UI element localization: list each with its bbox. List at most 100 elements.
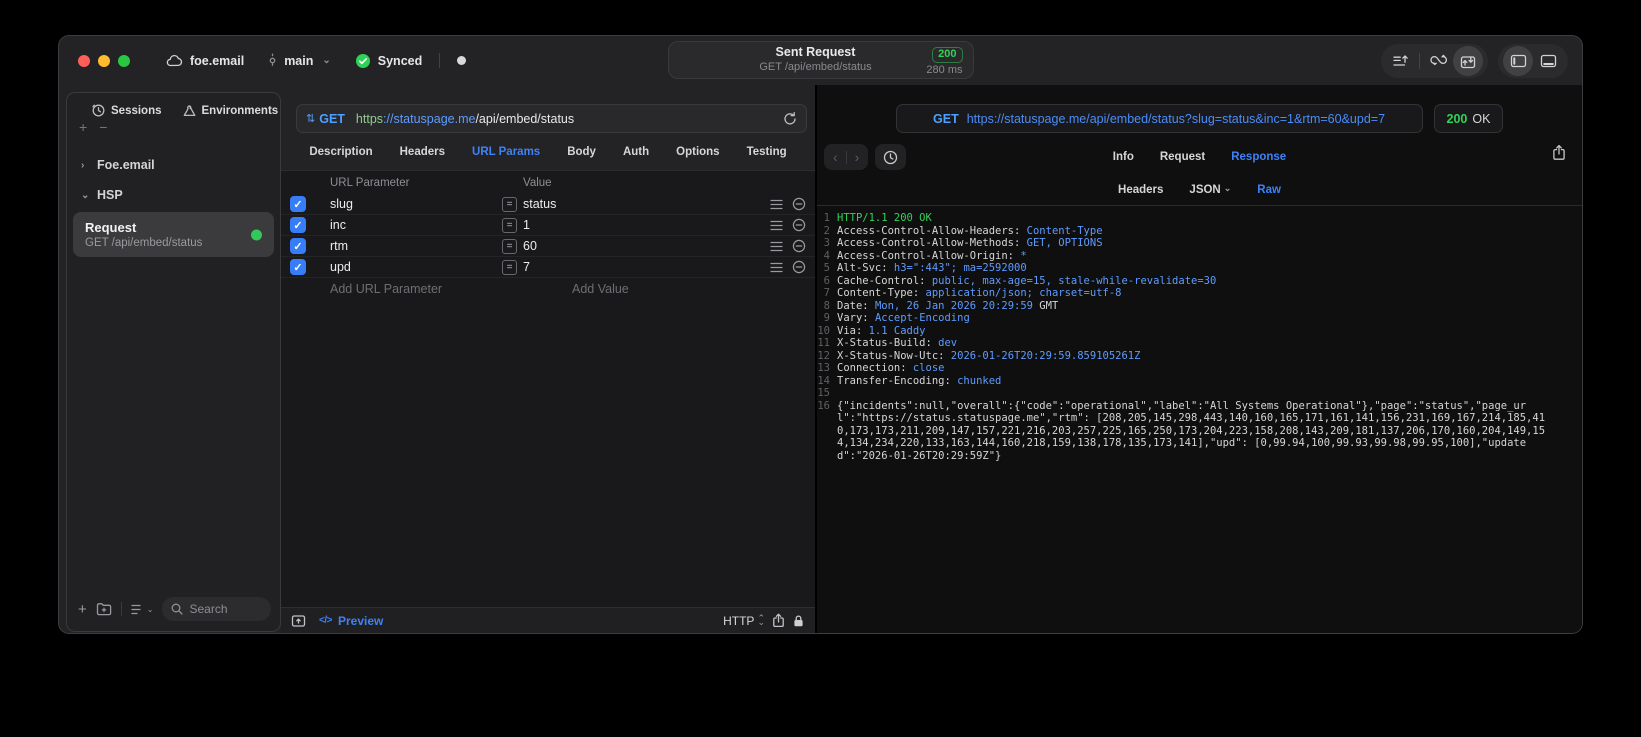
tab-options[interactable]: Options [676, 146, 719, 158]
response-line: 14 Transfer-Encoding: chunked [817, 375, 1582, 388]
chevron-down-icon[interactable]: ⌄ [322, 55, 330, 66]
chevron-right-icon[interactable]: › [81, 160, 89, 171]
zoom-window-button[interactable] [118, 54, 130, 67]
list-up-icon[interactable] [1386, 46, 1416, 76]
remove-param-icon[interactable] [792, 218, 806, 232]
tab-request[interactable]: Request [1160, 151, 1205, 163]
drag-handle-icon[interactable] [770, 220, 783, 231]
param-name[interactable]: inc [330, 218, 502, 232]
param-row-inc[interactable]: ✓ inc = 1 [281, 215, 815, 236]
param-value[interactable]: 60 [523, 239, 770, 253]
project-name[interactable]: foe.email [190, 54, 244, 68]
chevron-down-icon[interactable]: ⌄ [81, 190, 89, 201]
remove-button[interactable]: − [99, 120, 107, 134]
param-row-upd[interactable]: ✓ upd = 7 [281, 257, 815, 278]
response-line: 16 {"incidents":null,"overall":{"code":"o… [817, 400, 1582, 463]
tab-info[interactable]: Info [1113, 151, 1134, 163]
param-name[interactable]: rtm [330, 239, 502, 253]
preview-button[interactable]: </> Preview [319, 614, 383, 628]
history-clock-button[interactable] [875, 144, 907, 170]
request-subtitle: GET /api/embed/status [759, 60, 872, 73]
add-param-value-placeholder[interactable]: Add Value [551, 282, 629, 296]
search-input[interactable]: Search [162, 597, 271, 621]
protocol-select[interactable]: HTTP ⌃ ⌄ [723, 614, 765, 628]
sidebar-tab-environments[interactable]: Environments [182, 104, 278, 117]
tree-group-foe-email[interactable]: › Foe.email [67, 150, 280, 180]
tab-url-params[interactable]: URL Params [472, 146, 540, 158]
close-window-button[interactable] [78, 54, 90, 67]
sidebar-tab-sessions[interactable]: Sessions [92, 104, 162, 117]
import-response-icon[interactable] [1453, 46, 1483, 76]
param-name[interactable]: upd [330, 260, 502, 274]
new-request-button[interactable]: + [78, 602, 87, 617]
method-select[interactable]: GET [319, 112, 345, 126]
tab-body[interactable]: Body [567, 146, 596, 158]
request-list-item-selected[interactable]: Request GET /api/embed/status [73, 212, 274, 257]
line-number: 12 [817, 349, 830, 362]
tab-auth[interactable]: Auth [623, 146, 649, 158]
tab-headers[interactable]: Headers [400, 146, 445, 158]
sidebar-left-icon[interactable] [1503, 46, 1533, 76]
back-icon[interactable]: ‹ [833, 149, 838, 165]
export-response-icon[interactable] [1552, 144, 1566, 161]
bottom-panel-icon[interactable] [1533, 46, 1563, 76]
drag-handle-icon[interactable] [770, 262, 783, 273]
branch-name[interactable]: main [284, 54, 313, 68]
add-param-row[interactable]: Add URL Parameter Add Value [281, 278, 815, 300]
response-line: 9 Vary: Accept-Encoding [817, 312, 1582, 325]
tab-headers[interactable]: Headers [1118, 184, 1163, 196]
response-status-badge: 200 OK [1433, 104, 1504, 133]
sent-request-url[interactable]: GET https://statuspage.me/api/embed/stat… [895, 104, 1423, 133]
forward-icon[interactable]: › [855, 149, 860, 165]
tab-json[interactable]: JSON ⌄ [1189, 183, 1232, 196]
param-checkbox[interactable]: ✓ [290, 259, 306, 275]
line-content: Connection: close [837, 362, 945, 374]
resend-icon[interactable] [783, 111, 797, 126]
url-input[interactable]: ⇅ GET https://statuspage.me/api/embed/st… [296, 104, 807, 133]
response-status-code: 200 [1446, 111, 1468, 126]
response-line: 12 X-Status-Now-Utc: 2026-01-26T20:29:59.… [817, 350, 1582, 363]
share-icon[interactable] [772, 613, 785, 628]
param-value[interactable]: 7 [523, 260, 770, 274]
response-body[interactable]: 1 HTTP/1.1 200 OK 2 Access-Control-Allow-He… [817, 205, 1582, 633]
lock-icon[interactable] [792, 614, 805, 628]
tab-description[interactable]: Description [309, 146, 372, 158]
url-host: ://statuspage.me [383, 111, 476, 126]
response-line: 8 Date: Mon, 26 Jan 2026 20:29:59 GMT [817, 300, 1582, 313]
code-icon: </> [319, 615, 332, 626]
request-summary-pill[interactable]: Sent Request GET /api/embed/status 200 2… [667, 41, 974, 79]
drag-handle-icon[interactable] [770, 241, 783, 252]
equals-icon: = [502, 196, 517, 212]
method-updown-icon[interactable]: ⇅ [306, 112, 315, 125]
tree-group-hsp[interactable]: ⌄ HSP [67, 180, 280, 210]
list-style-icon[interactable]: ⌄ [131, 604, 153, 615]
add-button[interactable]: + [79, 120, 87, 134]
param-value[interactable]: status [523, 197, 770, 211]
param-row-slug[interactable]: ✓ slug = status [281, 194, 815, 215]
param-checkbox[interactable]: ✓ [290, 238, 306, 254]
drag-handle-icon[interactable] [770, 199, 783, 210]
param-value[interactable]: 1 [523, 218, 770, 232]
merge-arrows-icon[interactable] [1423, 46, 1453, 76]
new-folder-icon[interactable] [96, 602, 112, 616]
remove-param-icon[interactable] [792, 260, 806, 274]
remove-param-icon[interactable] [792, 197, 806, 211]
divider [439, 53, 441, 68]
tab-testing[interactable]: Testing [747, 146, 787, 158]
param-checkbox[interactable]: ✓ [290, 196, 306, 212]
param-row-rtm[interactable]: ✓ rtm = 60 [281, 236, 815, 257]
line-content: Alt-Svc: h3=":443"; ma=2592000 [837, 262, 1027, 274]
response-line: 6 Cache-Control: public, max-age=15, stal… [817, 275, 1582, 288]
param-name[interactable]: slug [330, 197, 502, 211]
line-content: Access-Control-Allow-Origin: * [837, 249, 1027, 262]
minimize-window-button[interactable] [98, 54, 110, 67]
add-param-name-placeholder[interactable]: Add URL Parameter [330, 282, 551, 296]
tab-raw[interactable]: Raw [1257, 184, 1281, 196]
tab-response[interactable]: Response [1231, 151, 1286, 163]
chevron-down-icon: ⌄ [1223, 183, 1232, 193]
line-number: 16 [817, 399, 830, 412]
remove-param-icon[interactable] [792, 239, 806, 253]
line-content: Transfer-Encoding: chunked [837, 374, 1002, 387]
param-checkbox[interactable]: ✓ [290, 217, 306, 233]
editor-toggle-icon[interactable] [291, 614, 306, 628]
